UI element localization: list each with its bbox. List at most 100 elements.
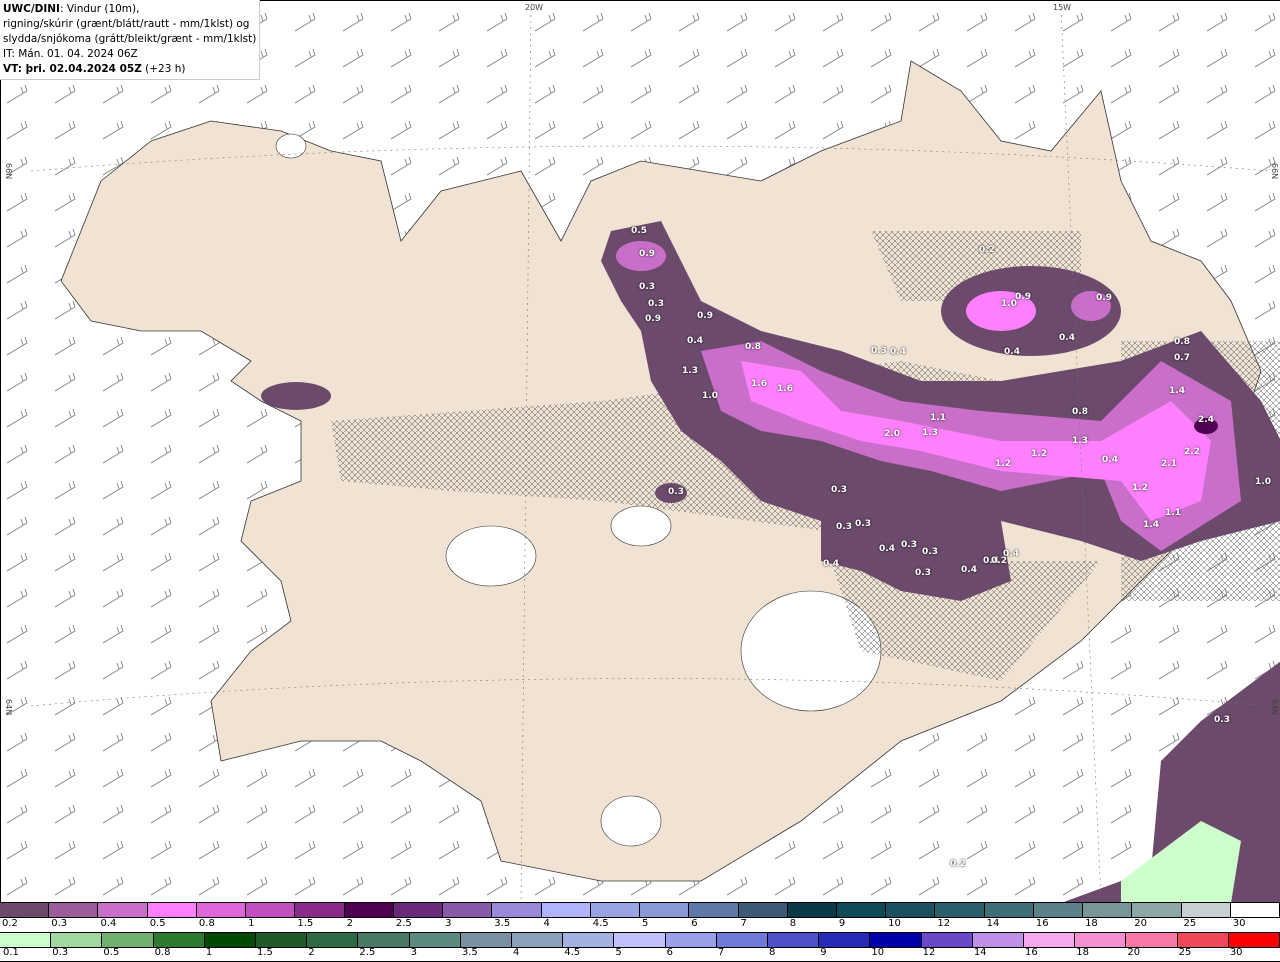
rain-swatch [409,933,461,947]
snow-scale-label: 0.8 [198,918,215,929]
precip-value-label: 0.4 [1004,347,1020,357]
precip-value-label: 0.8 [1174,337,1190,347]
precip-value-label: 2.0 [884,429,900,439]
snow-swatch [492,903,542,917]
rain-scale-label: 9 [820,947,827,958]
snow-scale-label: 30 [1232,918,1246,929]
snow-swatch [541,903,591,917]
rain-scale-label: 20 [1127,947,1141,958]
snow-scale-label: 14 [986,918,1000,929]
precip-value-label: 0.4 [961,565,977,575]
precip-value-label: 0.4 [823,559,839,569]
snow-scale-label: 4.5 [592,918,609,929]
lat-label-66n-right: 66N [1270,163,1279,180]
snow-swatch [738,903,788,917]
snow-scale-label: 0.3 [51,918,68,929]
rain-scale-label: 6 [666,947,673,958]
rain-scale-label: 25 [1178,947,1192,958]
rain-scale-label: 16 [1025,947,1038,958]
snow-swatch [1132,903,1182,917]
precip-value-label: 1.2 [1031,449,1047,459]
snow-scale-label: 18 [1085,918,1098,929]
rain-swatch [614,933,666,947]
lead-time: (+23 h) [141,63,186,75]
rain-scale-label: 2 [308,947,315,958]
snow-scale-label: 4 [543,918,550,929]
snow-swatch [1033,903,1084,917]
forecast-map: 20W 15W 66N 64N 66N 64N 0.5 0.9 0.3 0.3 0.9 0… [0,0,1280,903]
precip-value-label: 1.2 [1132,483,1148,493]
map-canvas [1,1,1280,903]
snow-scale-label: 5 [642,918,649,929]
rain-scale-label: 12 [922,947,936,958]
issue-time: IT: Mán. 01. 04. 2024 06Z [3,48,138,60]
precip-value-label: 0.3 [831,485,847,495]
precip-value-label: 0.7 [1174,353,1190,363]
snow-scale-label: 12 [937,918,951,929]
snow-swatch [246,903,296,917]
precip-value-label: 0.4 [1059,333,1075,343]
precip-value-label: 0.8 [745,342,761,352]
snow-swatch [49,903,99,917]
rain-swatch [1075,933,1127,947]
precip-value-label: 0.4 [687,336,703,346]
rain-scale-label: 4 [513,947,520,958]
precip-value-label: 1.2 [995,459,1011,469]
snow-swatch [590,903,641,917]
valid-time: VT: þri. 02.04.2024 05Z [3,63,142,75]
precip-value-label: 0.3 [668,487,684,497]
precip-value-label: 1.3 [922,428,938,438]
rain-swatch [1126,933,1178,947]
rain-scale-label: 5 [615,947,622,958]
precip-value-label: 0.3 [1214,715,1230,725]
precip-value-label: 0.3 [915,568,931,578]
snow-scale-label: 3 [445,918,452,929]
precip-value-label: 2.4 [1198,415,1214,425]
precip-value-label: 2.1 [1161,459,1177,469]
snow-scale-label: 16 [1035,918,1049,929]
precip-value-label: 0.9 [645,314,661,324]
snow-swatch [1230,903,1280,917]
lon-label-20w: 20W [525,3,544,12]
precip-value-label: 1.6 [751,379,767,389]
precip-value-label: 0.4 [1102,455,1118,465]
rain-scale-label: 4.5 [564,947,581,958]
snow-swatch [393,903,444,917]
rain-scale-label: 1 [205,947,213,958]
precip-value-label: 0.4 [879,544,895,554]
precip-value-label: 1.3 [682,366,698,376]
precip-value-label: 1.3 [1072,436,1088,446]
snow-swatch [1083,903,1133,917]
precip-value-label: 1.1 [1165,508,1181,518]
precip-value-label: 0.3 [639,282,655,292]
precip-value-label: 1.1 [930,413,946,423]
rain-swatch [0,933,52,947]
rain-swatch [1024,933,1076,947]
rain-swatch [460,933,513,947]
snow-scale-label: 2 [346,918,353,929]
title-line2: rigning/skúrir (grænt/blátt/rautt - mm/1… [3,18,250,30]
rain-swatch [819,933,871,947]
snow-swatch [196,903,247,917]
precip-value-label: 0.3 [855,519,871,529]
precip-value-label: 0.2 [991,556,1007,566]
precip-value-label: 0.3 [922,547,938,557]
rain-scale-label: 2.5 [359,947,376,958]
snow-swatch [98,903,148,917]
snow-scale-label: 1 [248,918,255,929]
title-line3: slydda/snjókoma (grátt/bleikt/grænt - mm… [3,33,257,45]
snow-scale-label: 25 [1183,918,1197,929]
precip-value-label: 0.2 [950,859,966,869]
snow-scale-label: 7 [740,918,747,929]
rain-scale-label: 3.5 [461,947,478,958]
rain-scale-label: 14 [973,947,987,958]
precip-value-label: 1.4 [1169,386,1185,396]
precip-value-label: 0.9 [639,249,655,259]
precip-value-label: 0.3 [871,346,887,356]
rain-swatch [153,933,205,947]
rain-swatch [102,933,154,947]
rain-swatch [358,933,410,947]
rain-scale-label: 30 [1229,947,1243,958]
snow-swatch [689,903,739,917]
map-info-box: UWC/DINI: Vindur (10m), rigning/skúrir (… [0,0,261,80]
